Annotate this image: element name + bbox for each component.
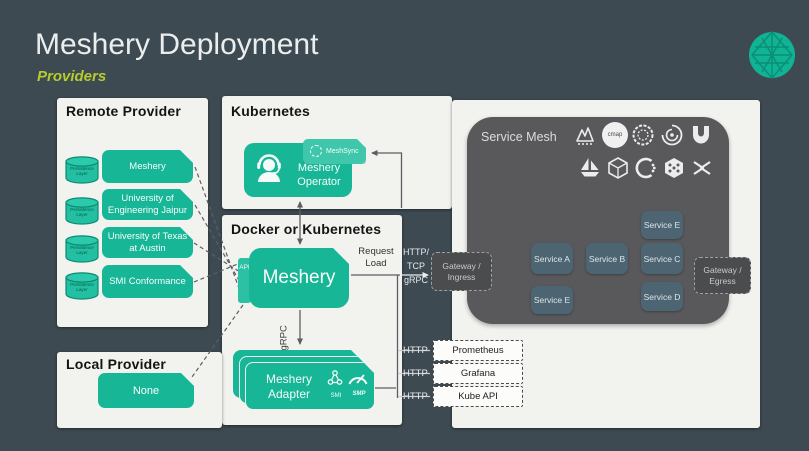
service-mesh-box xyxy=(467,117,729,324)
slide: Meshery Deployment Providers Remote Prov… xyxy=(0,0,809,451)
local-provider-title: Local Provider xyxy=(66,356,166,372)
service-b-box: Service B xyxy=(586,243,628,274)
load-label: Load xyxy=(352,258,400,270)
mesh-flame-logo-icon xyxy=(572,122,598,148)
http-label-grafana: HTTP xyxy=(403,368,428,379)
page-subtitle: Providers xyxy=(37,68,106,85)
gateway-egress-box: Gateway / Egress xyxy=(694,257,751,294)
service-c-box: Service C xyxy=(641,243,683,274)
protocol-stack-label: HTTP/ TCP gRPC xyxy=(399,246,433,292)
request-load-label: Request Load xyxy=(352,246,400,272)
knot-x-logo-icon xyxy=(689,155,715,181)
swirl-circle-logo-icon xyxy=(659,122,685,148)
provider-smi-conformance: SMI Conformance xyxy=(102,265,193,298)
grafana-box: Grafana xyxy=(433,363,523,384)
c-dots-logo-icon xyxy=(633,155,659,181)
cmap-logo-text: cmap xyxy=(608,132,623,138)
kube-api-box: Kube API xyxy=(433,386,523,407)
http-label-prometheus: HTTP xyxy=(403,345,428,356)
http-protocol: HTTP/ xyxy=(399,246,433,260)
provider-none: None xyxy=(98,373,194,408)
sailboat-logo-icon xyxy=(577,155,603,181)
service-d-box: Service D xyxy=(641,282,683,311)
http-label-kubeapi: HTTP xyxy=(403,391,428,402)
knot-circle-logo-icon xyxy=(630,122,656,148)
request-label: Request xyxy=(352,246,400,258)
smp-label: SMP xyxy=(347,391,371,397)
smp-icon: SMP xyxy=(347,370,371,398)
meshery-core-box: Meshery xyxy=(249,248,349,308)
meshsync-icon xyxy=(310,145,322,157)
remote-provider-title: Remote Provider xyxy=(66,103,181,119)
provider-meshery: Meshery xyxy=(102,150,193,183)
service-mesh-title: Service Mesh xyxy=(481,130,557,144)
hex-mesh-logo-icon xyxy=(661,155,687,181)
meshsync-label: MeshSync xyxy=(326,148,364,155)
persistence-label: Persistence Layer xyxy=(64,245,100,256)
tcp-protocol: TCP xyxy=(399,260,433,274)
provider-ut-austin: University of Texas at Austin xyxy=(102,227,193,258)
grpc-label: gRPC xyxy=(279,311,290,351)
meshery-operator-label: Meshery Operator xyxy=(288,161,350,195)
persistence-db-icon: Persistence Layer xyxy=(64,272,100,300)
service-e-top-box: Service E xyxy=(641,211,683,239)
cube-logo-icon xyxy=(605,155,631,181)
persistence-db-icon: Persistence Layer xyxy=(64,197,100,225)
persistence-db-icon: Persistence Layer xyxy=(64,156,100,184)
persistence-db-icon: Persistence Layer xyxy=(64,235,100,263)
service-e-left-box: Service E xyxy=(531,286,573,314)
grpc-protocol: gRPC xyxy=(399,274,433,288)
shield-u-logo-icon xyxy=(688,122,714,148)
gateway-ingress-box: Gateway / Ingress xyxy=(431,252,492,291)
meshery-logo-icon xyxy=(747,30,797,80)
prometheus-box: Prometheus xyxy=(433,340,523,361)
meshery-adapter-label: Meshery Adapter xyxy=(256,372,322,402)
service-a-box: Service A xyxy=(531,243,573,274)
docker-title: Docker or Kubernetes xyxy=(231,221,381,237)
persistence-label: Persistence Layer xyxy=(64,282,100,293)
persistence-label: Persistence Layer xyxy=(64,166,100,177)
smi-icon: SMI xyxy=(327,369,345,397)
cmap-logo-icon: cmap xyxy=(602,122,628,148)
page-title: Meshery Deployment xyxy=(35,28,318,62)
operator-icon xyxy=(250,150,288,188)
smi-label: SMI xyxy=(327,393,345,399)
provider-uej: University of Engineering Jaipur xyxy=(102,189,193,220)
kubernetes-title: Kubernetes xyxy=(231,103,310,119)
persistence-label: Persistence Layer xyxy=(64,207,100,218)
